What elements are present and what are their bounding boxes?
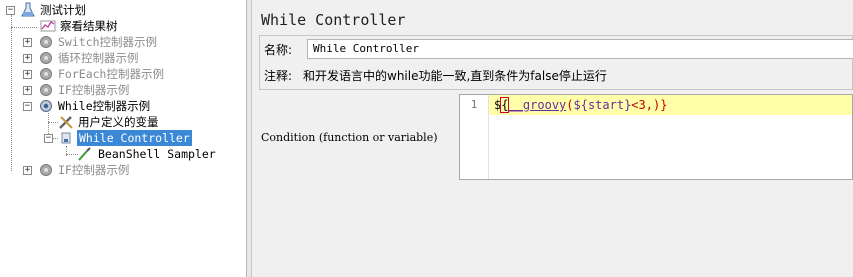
name-label: 名称: (264, 43, 293, 57)
line-number: 1 (470, 98, 478, 111)
expand-toggle[interactable]: + (23, 86, 32, 95)
expand-toggle[interactable]: + (23, 166, 32, 175)
listener-icon (40, 20, 56, 32)
expand-toggle[interactable]: + (23, 70, 32, 79)
code-token: ( (566, 98, 574, 112)
name-field[interactable]: While Controller (307, 39, 853, 59)
tree-guide (11, 27, 37, 28)
comment-label: 注释: (264, 69, 293, 83)
collapse-toggle[interactable]: − (44, 134, 53, 143)
tree-node-label: 测试计划 (40, 3, 86, 17)
condition-editor[interactable]: 1 ${__groovy(${start}<3,)} (459, 94, 853, 180)
tree-guide (48, 122, 58, 123)
gear-icon (40, 52, 52, 64)
code-token: )} (652, 98, 668, 112)
tree-node-label: ForEach控制器示例 (58, 67, 164, 81)
test-plan-icon (21, 2, 35, 17)
collapse-toggle[interactable]: − (23, 102, 32, 111)
gear-icon (40, 164, 52, 176)
tree-guide (11, 15, 12, 171)
tree-node-label-selected: While Controller (77, 130, 192, 146)
tree-node-label: While控制器示例 (58, 99, 151, 113)
tree-node-label: 察看结果树 (60, 19, 118, 33)
tree-node-label: 循环控制器示例 (58, 51, 139, 65)
panel-title: While Controller (261, 11, 406, 29)
gear-icon (40, 36, 52, 48)
controller-panel: While Controller 名称: While Controller 注释… (252, 0, 853, 277)
comment-field[interactable]: 和开发语言中的while功能一致,直到条件为false停止运行 (303, 67, 607, 84)
tree-node-label: BeanShell Sampler (98, 147, 216, 161)
code-token: <3, (631, 98, 653, 112)
tree-node-label: 用户定义的变量 (78, 115, 159, 129)
code-line[interactable]: ${__groovy(${start}<3,)} (494, 97, 667, 113)
gear-icon (40, 68, 52, 80)
tree-node-label: Switch控制器示例 (58, 35, 158, 49)
tree-node-label: IF控制器示例 (58, 83, 130, 97)
gear-icon (40, 84, 52, 96)
collapse-toggle[interactable]: − (6, 6, 15, 15)
code-token: ${start} (573, 98, 632, 112)
wrench-icon (59, 116, 73, 129)
tree-node-label: IF控制器示例 (58, 163, 130, 177)
expand-toggle[interactable]: + (23, 54, 32, 63)
gear-icon (40, 100, 52, 112)
name-comment-group: 名称: While Controller 注释: 和开发语言中的while功能一… (259, 35, 853, 90)
line-number-gutter: 1 (460, 95, 489, 179)
expand-toggle[interactable]: + (23, 38, 32, 47)
code-token: __groovy (508, 98, 567, 112)
pipette-icon (78, 147, 91, 161)
condition-label: Condition (function or variable) (261, 131, 438, 144)
test-plan-tree[interactable]: − 测试计划 察看结果树 + Switch控制器示例 + 循环控制器示例 + F… (0, 0, 247, 277)
gear-icon (61, 132, 71, 144)
